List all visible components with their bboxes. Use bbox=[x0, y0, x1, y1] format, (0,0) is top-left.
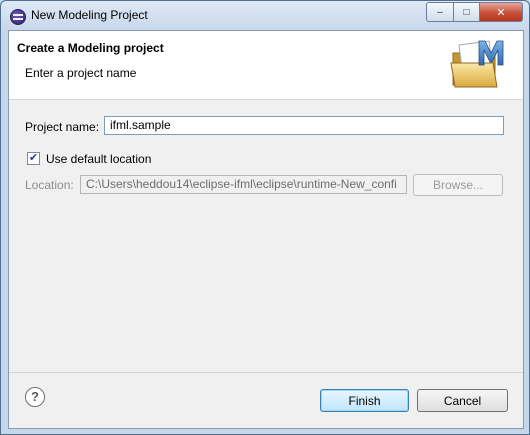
wizard-description: Enter a project name bbox=[25, 66, 137, 80]
minimize-button[interactable]: – bbox=[426, 2, 454, 22]
help-icon[interactable]: ? bbox=[25, 387, 45, 407]
footer-separator bbox=[9, 372, 523, 373]
location-label: Location: bbox=[25, 178, 74, 192]
use-default-location-checkbox[interactable]: ✔ bbox=[27, 152, 40, 165]
wizard-title: Create a Modeling project bbox=[17, 41, 164, 55]
project-name-input[interactable]: ifml.sample bbox=[104, 116, 504, 135]
use-default-location-label[interactable]: Use default location bbox=[46, 152, 151, 166]
eclipse-icon bbox=[10, 9, 26, 25]
location-input[interactable]: C:\Users\heddou14\eclipse-ifml\eclipse\r… bbox=[80, 175, 407, 194]
title-bar[interactable]: New Modeling Project – □ ✕ bbox=[1, 1, 529, 30]
wizard-banner: Create a Modeling project Enter a projec… bbox=[9, 31, 523, 100]
cancel-button[interactable]: Cancel bbox=[417, 389, 508, 412]
maximize-button[interactable]: □ bbox=[454, 2, 480, 22]
window-controls: – □ ✕ bbox=[426, 2, 523, 22]
window-title: New Modeling Project bbox=[31, 8, 148, 22]
dialog-window: New Modeling Project – □ ✕ Create a Mode… bbox=[0, 0, 530, 435]
browse-button[interactable]: Browse... bbox=[413, 174, 503, 196]
folder-with-m-icon bbox=[450, 40, 504, 88]
project-name-label: Project name: bbox=[25, 120, 100, 134]
finish-button[interactable]: Finish bbox=[320, 389, 409, 412]
dialog-body: Create a Modeling project Enter a projec… bbox=[8, 30, 524, 429]
close-button[interactable]: ✕ bbox=[480, 2, 523, 22]
